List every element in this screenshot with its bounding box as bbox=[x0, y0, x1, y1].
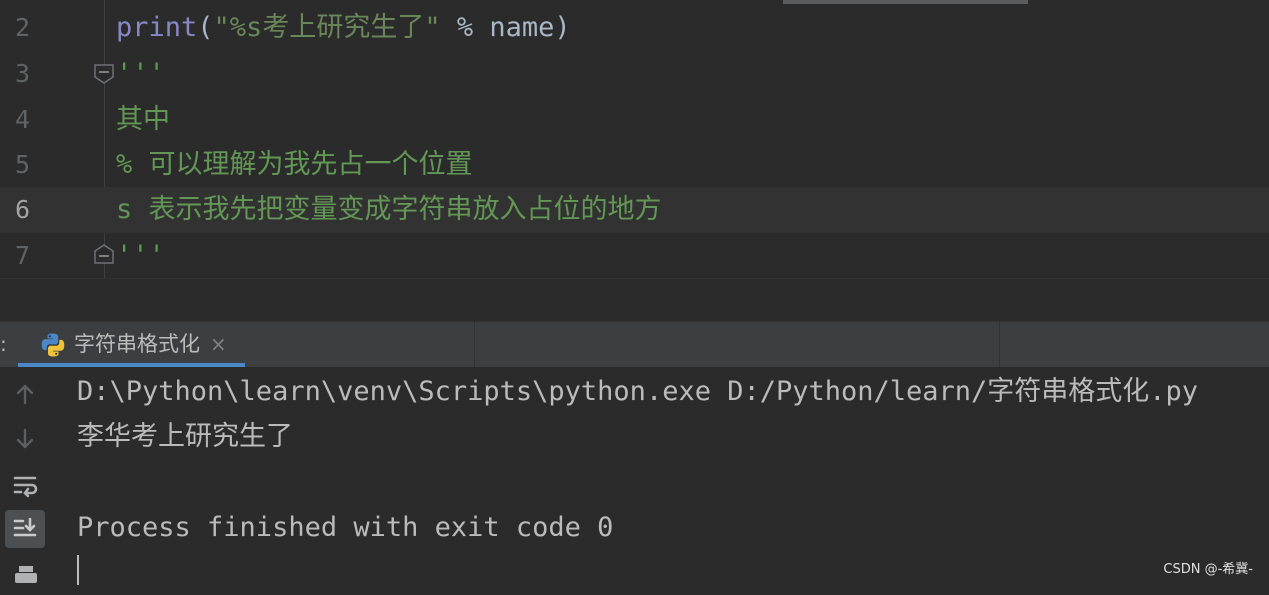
line-number: 6 bbox=[14, 195, 30, 224]
code-line[interactable]: 2 print("%s考上研究生了" % name) bbox=[0, 5, 1269, 51]
code-text[interactable]: print("%s考上研究生了" % name) bbox=[116, 5, 571, 51]
code-editor[interactable]: 2 print("%s考上研究生了" % name) 3 ''' 4 其中 5 … bbox=[0, 0, 1269, 278]
code-line[interactable]: 3 ''' bbox=[0, 51, 1269, 97]
run-tool-body: D:\Python\learn\venv\Scripts\python.exe … bbox=[0, 367, 1269, 585]
python-icon bbox=[41, 333, 65, 357]
code-line-current[interactable]: 6 s 表示我先把变量变成字符串放入占位的地方 bbox=[0, 187, 1269, 233]
console-output[interactable]: D:\Python\learn\venv\Scripts\python.exe … bbox=[77, 367, 1269, 585]
tool-window-prefix: : bbox=[0, 332, 7, 356]
code-text[interactable]: ''' bbox=[116, 51, 165, 97]
scroll-to-end-icon[interactable] bbox=[5, 510, 45, 548]
line-number: 4 bbox=[14, 105, 30, 134]
run-toolbar bbox=[0, 367, 50, 585]
down-arrow-icon[interactable] bbox=[5, 420, 45, 458]
watermark: CSDN @-希冀- bbox=[1163, 562, 1253, 577]
code-line[interactable]: 4 其中 bbox=[0, 97, 1269, 143]
code-text[interactable]: s 表示我先把变量变成字符串放入占位的地方 bbox=[116, 187, 662, 233]
line-number: 7 bbox=[14, 241, 30, 270]
run-tool-header: : 字符串格式化 × bbox=[0, 321, 1269, 367]
console-line: Process finished with exit code 0 bbox=[77, 512, 614, 543]
header-divider bbox=[999, 322, 1000, 367]
code-text[interactable]: 其中 bbox=[116, 97, 170, 143]
fold-start-icon[interactable] bbox=[93, 63, 115, 85]
console-line: D:\Python\learn\venv\Scripts\python.exe … bbox=[77, 376, 1199, 407]
run-tab-label: 字符串格式化 bbox=[74, 332, 200, 356]
up-arrow-icon[interactable] bbox=[5, 375, 45, 413]
run-tab[interactable]: 字符串格式化 × bbox=[18, 322, 245, 367]
line-number: 3 bbox=[14, 59, 30, 88]
code-line[interactable]: 7 ''' bbox=[0, 233, 1269, 278]
soft-wrap-icon[interactable] bbox=[5, 467, 45, 505]
code-line[interactable]: 5 % 可以理解为我先占一个位置 bbox=[0, 142, 1269, 188]
code-text[interactable]: % 可以理解为我先占一个位置 bbox=[116, 142, 473, 188]
close-icon[interactable]: × bbox=[210, 322, 227, 367]
console-line: 李华考上研究生了 bbox=[77, 421, 293, 452]
editor-bottom-area bbox=[0, 278, 1269, 321]
horizontal-scrollbar[interactable] bbox=[783, 0, 1028, 4]
print-icon[interactable] bbox=[5, 557, 45, 595]
code-token-paren: ( bbox=[197, 12, 214, 43]
code-text[interactable]: ''' bbox=[116, 233, 165, 278]
line-number: 2 bbox=[14, 13, 30, 42]
code-token-string: "%s考上研究生了" bbox=[213, 12, 441, 43]
line-number: 5 bbox=[14, 150, 30, 179]
fold-end-icon[interactable] bbox=[93, 243, 115, 265]
text-caret bbox=[77, 555, 79, 585]
header-divider bbox=[474, 322, 475, 367]
code-token-rest: % name) bbox=[440, 12, 571, 43]
code-token-function: print bbox=[116, 12, 198, 43]
